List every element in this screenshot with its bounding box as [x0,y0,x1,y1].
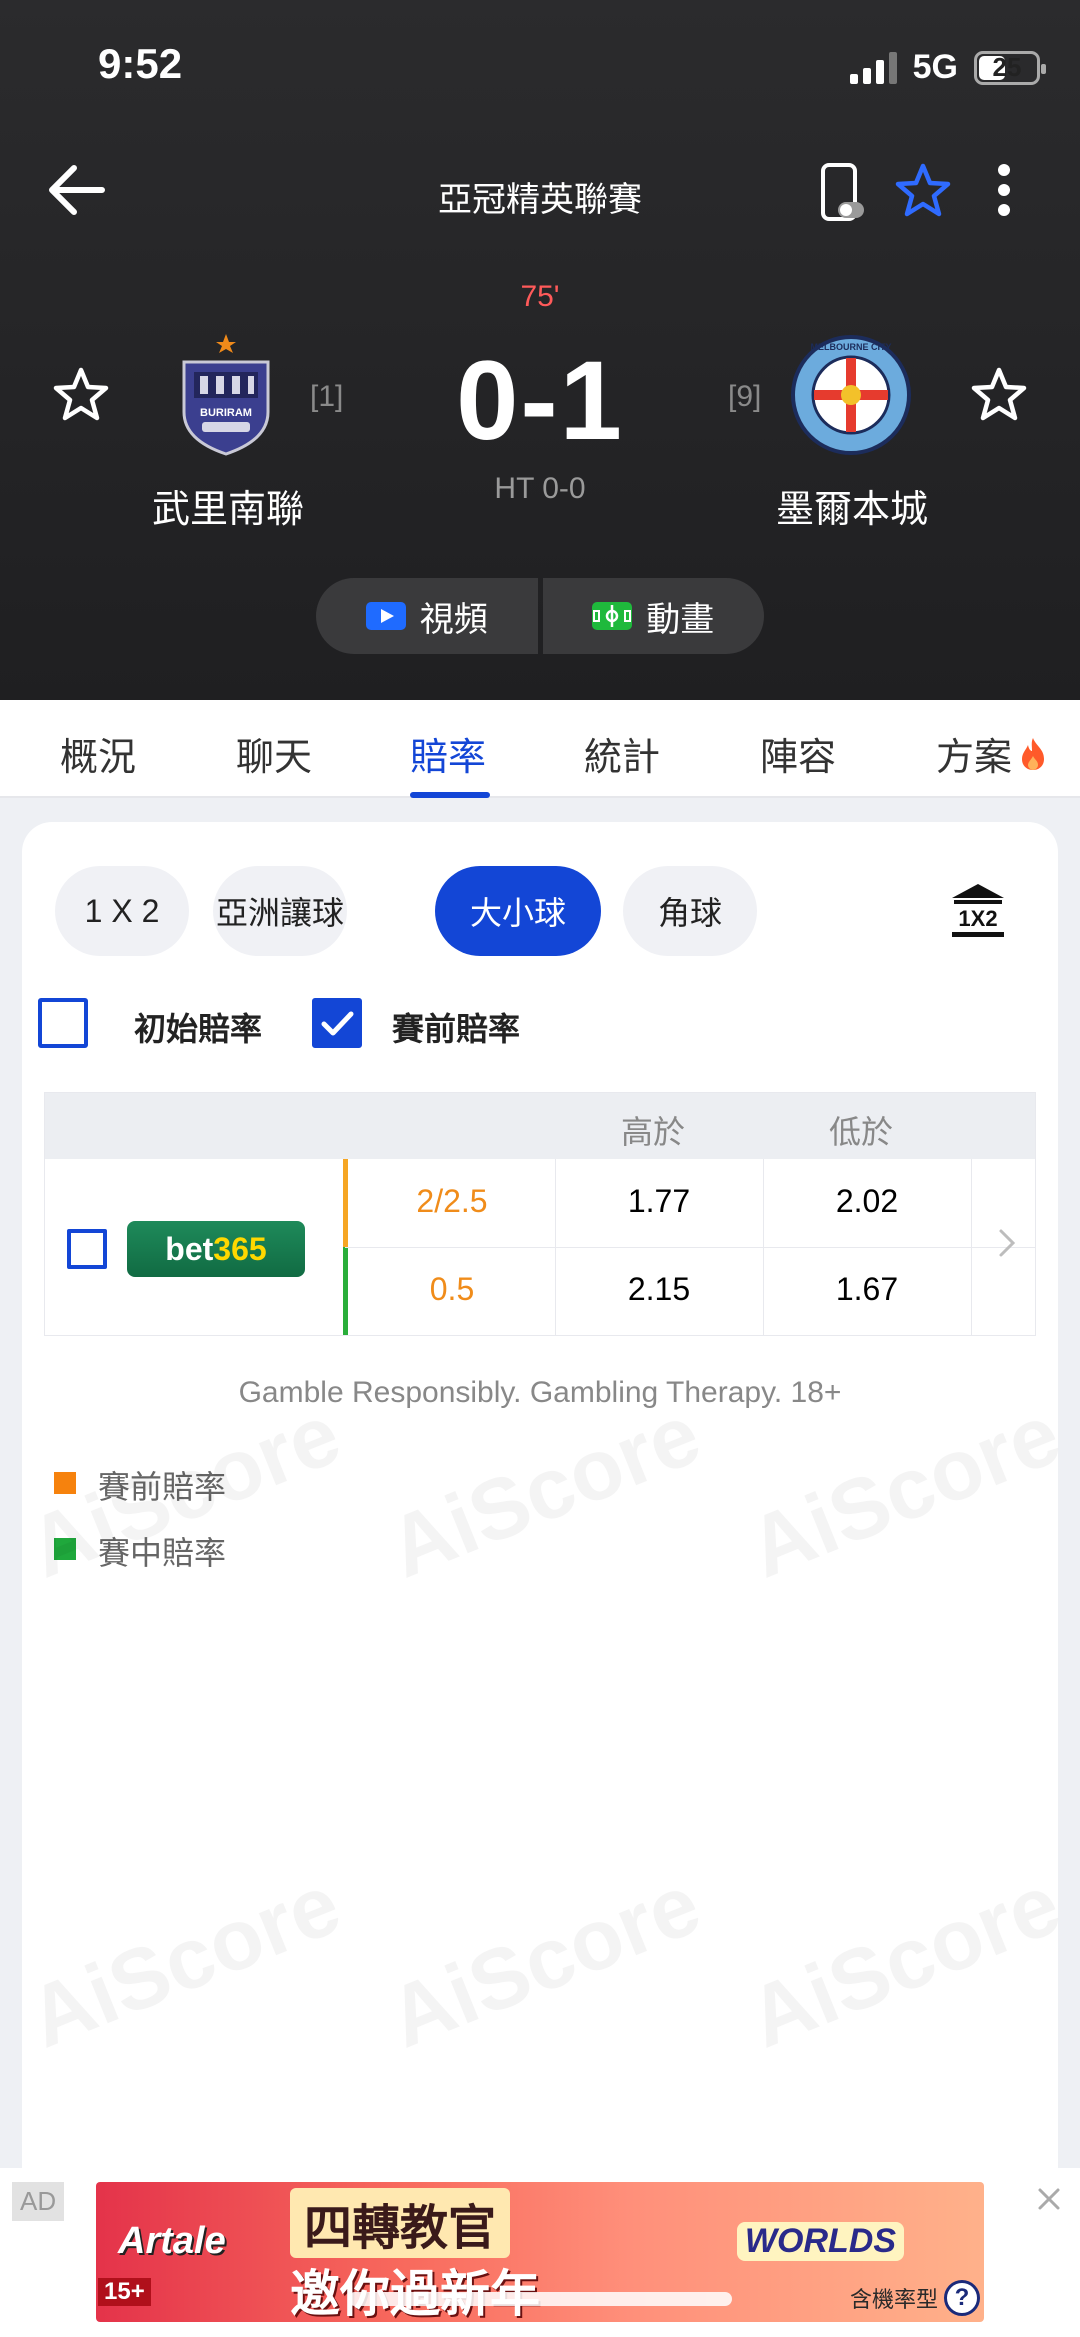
home-team-logo[interactable]: BURIRAM [176,332,276,456]
animation-label: 動畫 [646,600,715,639]
odds-table: 高於 低於 bet 365 2/2.5 1.77 2.02 0.5 2.15 1.… [44,1092,1036,1336]
favorite-match-star-icon[interactable] [894,162,952,220]
tab-chat[interactable]: 聊天 [236,726,312,781]
row-1-under[interactable]: 2.02 [763,1183,971,1220]
close-icon[interactable] [1034,2184,1064,2214]
col-divider [971,1159,972,1335]
row-2-under[interactable]: 1.67 [763,1271,971,1308]
away-rank: [9] [728,380,762,413]
media-buttons: 視頻 動畫 [316,578,764,654]
animation-button[interactable]: 動畫 [542,578,764,654]
bank-icon[interactable]: 1X2 [948,880,1008,940]
tab-lineup[interactable]: 陣容 [760,726,836,781]
checkmark-icon [321,1011,354,1036]
bookmaker-logo[interactable]: bet 365 [127,1221,305,1277]
away-team-name[interactable]: 墨爾本城 [724,478,980,533]
active-tab-indicator [410,792,490,798]
ad-worlds-logo: WORLDS [736,2222,904,2261]
row-2-line[interactable]: 0.5 [349,1271,555,1308]
watermark: AiScore [375,1385,713,1599]
watermark: AiScore [15,1855,353,2069]
match-tabs: 概況 聊天 賠率 統計 陣容 方案 [0,700,1080,798]
signal-icon [849,51,897,84]
battery-level: 25 [992,52,1022,82]
video-label: 視頻 [419,600,488,639]
ad-area: AD Artale 15+ 四轉教官 邀你過新年 WORLDS 含機率型 ? [0,2168,1080,2337]
fire-icon [1022,737,1045,770]
home-indicator[interactable] [348,2292,732,2306]
match-header: 9:52 5G 25 亞冠精英聯賽 75' 0-1 HT 0-0 BURIRAM… [0,0,1080,700]
tab-stats[interactable]: 統計 [584,726,660,781]
match-score: 0-1 [456,338,624,463]
status-time: 9:52 [98,40,183,87]
status-icons: 5G 25 [849,48,1046,87]
ad-brand: Artale [118,2220,226,2262]
video-button[interactable]: 視頻 [316,578,538,654]
initial-odds-checkbox[interactable] [38,998,88,1048]
more-options-icon[interactable] [990,160,1018,220]
watermark: AiScore [735,1385,1073,1599]
home-team-name[interactable]: 武里南聯 [100,478,356,533]
tab-overview[interactable]: 概況 [60,726,136,781]
ad-age-rating: 15+ [98,2278,151,2306]
bookmaker-name-a: bet [165,1230,214,1267]
ad-help-icon[interactable]: ? [944,2280,980,2316]
favorite-away-star-icon[interactable] [970,366,1028,424]
pitch-icon [592,602,633,630]
tab-odds[interactable]: 賠率 [410,726,486,781]
chip-1x2[interactable]: 1 X 2 [55,866,189,956]
watermark: AiScore [375,1855,713,2069]
battery-icon: 25 [974,50,1046,85]
row-1-line[interactable]: 2/2.5 [349,1183,555,1220]
header-under: 低於 [829,1114,894,1150]
live-indicator [343,1247,348,1335]
header-over: 高於 [621,1114,686,1150]
bookmaker-checkbox[interactable] [67,1229,107,1269]
pre-match-odds-label: 賽前賠率 [392,1011,521,1047]
match-minute: 75' [520,280,560,313]
home-rank: [1] [310,380,344,413]
watermark: AiScore [735,1855,1073,2069]
initial-odds-label: 初始賠率 [134,1011,263,1047]
row-1-over[interactable]: 1.77 [555,1183,763,1220]
chip-asian-handicap[interactable]: 亞洲讓球 [213,866,347,956]
home-logo-text: BURIRAM [200,407,252,419]
row-2-over[interactable]: 2.15 [555,1271,763,1308]
ad-headline: 四轉教官 [290,2188,511,2258]
odds-table-header: 高於 低於 [45,1093,1035,1159]
away-team-logo[interactable]: MELBOURNE CITY [790,334,912,456]
phone-toggle-icon[interactable] [820,162,866,222]
chip-over-under[interactable]: 大小球 [435,866,601,956]
row-divider [345,1247,1035,1248]
tab-tips[interactable]: 方案 [936,726,1048,781]
responsible-gambling-note: Gamble Responsibly. Gambling Therapy. 18… [238,1376,842,1409]
ad-tag: AD [12,2182,65,2221]
bookmaker-name-b: 365 [213,1230,267,1267]
chevron-right-icon[interactable] [995,1223,1019,1263]
pre-match-odds-checkbox[interactable] [312,998,362,1048]
ad-disclaimer: 含機率型 [849,2287,938,2312]
chip-corners[interactable]: 角球 [623,866,757,956]
svg-text:1X2: 1X2 [958,906,997,931]
network-label: 5G [912,48,958,86]
play-icon [365,602,406,630]
away-logo-text: MELBOURNE CITY [811,342,892,352]
favorite-home-star-icon[interactable] [52,366,110,424]
pre-match-indicator [343,1159,348,1247]
ad-subheadline: 邀你過新年 [290,2254,540,2322]
tab-tips-label: 方案 [936,737,1013,779]
odds-card: 1 X 2 亞洲讓球 大小球 角球 1X2 初始賠率 賽前賠率 高於 低於 be… [16,822,1073,2337]
